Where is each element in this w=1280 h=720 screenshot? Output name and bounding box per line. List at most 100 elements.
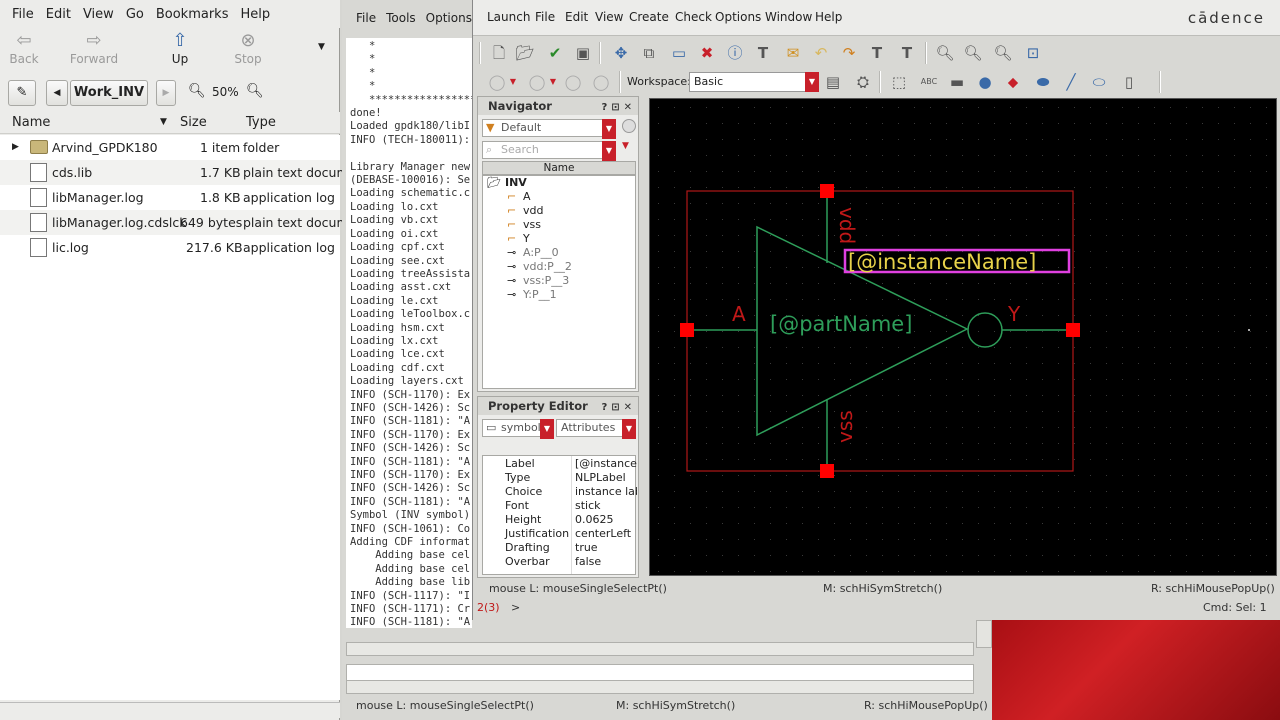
pe-value[interactable]: stick xyxy=(575,499,637,512)
ciw-menu-tools[interactable]: Tools xyxy=(386,11,416,25)
sch-menu-window[interactable]: Window xyxy=(765,10,812,24)
sch-menu-help[interactable]: Help xyxy=(815,10,842,24)
pe-value[interactable]: instance labe xyxy=(575,485,637,498)
open-icon[interactable]: 📂︎ xyxy=(515,43,535,63)
tree-root-inv[interactable]: INV xyxy=(505,176,527,189)
circle-shape-icon[interactable]: ● xyxy=(975,72,995,92)
ciw-vertical-scrollbar[interactable] xyxy=(976,620,992,648)
tree-inst-a[interactable]: A:P__0 xyxy=(523,246,559,259)
pe-value[interactable]: false xyxy=(575,555,637,568)
tree-inst-vdd[interactable]: vdd:P__2 xyxy=(523,260,572,273)
path-left-button[interactable]: ◀ xyxy=(46,80,68,106)
tree-pin-vss[interactable]: vss xyxy=(523,218,541,231)
symbol-pin-icon[interactable]: ⬥ xyxy=(1003,72,1023,92)
navigator-search-input[interactable]: ⌕ Search ▼ xyxy=(482,141,616,161)
zoom-in-icon[interactable]: 🔍︎ xyxy=(935,43,955,63)
fm-menu-file[interactable]: File xyxy=(12,7,34,22)
fm-menu-bookmarks[interactable]: Bookmarks xyxy=(156,7,229,22)
tree-inst-y[interactable]: Y:P__1 xyxy=(523,288,557,301)
tree-inst-vss[interactable]: vss:P__3 xyxy=(523,274,569,287)
list-item[interactable]: cds.lib 1.7 KB plain text docum xyxy=(0,160,349,185)
pe-value[interactable]: NLPLabel xyxy=(575,471,637,484)
fm-menu-view[interactable]: View xyxy=(83,7,114,22)
workspace-load-icon[interactable]: ⛭ xyxy=(853,72,873,92)
pin-vss-square[interactable] xyxy=(820,464,834,478)
sch-menu-check[interactable]: Check xyxy=(675,10,712,24)
list-item[interactable]: lic.log 217.6 KB application log xyxy=(0,235,340,260)
sch-menu-file[interactable]: File xyxy=(535,10,555,24)
symbol-canvas[interactable]: A Y vdd vss [@partName] [@instanceName] xyxy=(649,98,1277,576)
redo-icon[interactable]: ↷ xyxy=(839,43,859,63)
stretch-icon[interactable]: ▭ xyxy=(669,43,689,63)
fm-menu-help[interactable]: Help xyxy=(240,7,270,22)
copy-icon[interactable]: ⧉ xyxy=(639,43,659,63)
col-type[interactable]: Type xyxy=(246,115,276,130)
new-icon[interactable]: 🗋 xyxy=(489,43,509,63)
arc-icon[interactable]: ⬭ xyxy=(1089,72,1109,92)
pe-value[interactable]: centerLeft xyxy=(575,527,637,540)
list-item[interactable]: libManager.log.cdslck 649 bytes plain te… xyxy=(0,210,349,235)
line-icon[interactable]: ╱ xyxy=(1061,72,1081,92)
zoom-fit-icon[interactable]: 🔍︎ xyxy=(993,43,1013,63)
check-save-icon[interactable]: ✔ xyxy=(545,43,565,63)
zoom-out-icon[interactable]: 🔍︎ xyxy=(188,83,206,99)
fwd-circle-icon[interactable]: ◯ xyxy=(563,72,583,92)
move-icon[interactable]: ✥ xyxy=(611,43,631,63)
zoom-out-icon[interactable]: 🔍︎ xyxy=(963,43,983,63)
note-icon[interactable]: ▯ xyxy=(1119,72,1139,92)
pe-value[interactable]: [@instanceN xyxy=(575,457,637,470)
sch-menu-create[interactable]: Create xyxy=(629,10,669,24)
workspace-save-icon[interactable]: ▤ xyxy=(823,72,843,92)
fm-menu-go[interactable]: Go xyxy=(126,7,144,22)
properties-icon[interactable]: ⓘ xyxy=(725,43,745,63)
pe-type-select[interactable]: ▭ symbol l ▼ xyxy=(482,419,554,439)
pe-value[interactable]: 0.0625 xyxy=(575,513,637,526)
label-icon[interactable]: ✉ xyxy=(783,43,803,63)
delete-icon[interactable]: ✖ xyxy=(697,43,717,63)
ciw-horizontal-scrollbar[interactable] xyxy=(346,642,974,656)
sch-menu-launch[interactable]: Launch xyxy=(487,10,530,24)
col-size[interactable]: Size xyxy=(180,115,207,130)
select-filter-icon[interactable]: ⬚ xyxy=(889,72,909,92)
ciw-input-scrollbar[interactable] xyxy=(346,680,974,694)
pin-vdd-square[interactable] xyxy=(820,184,834,198)
navigator-col-header[interactable]: Name xyxy=(482,161,636,175)
col-name[interactable]: Name xyxy=(12,115,50,130)
save-icon[interactable]: ▣ xyxy=(573,43,593,63)
pin-y-square[interactable] xyxy=(1066,323,1080,337)
text-down-icon[interactable]: T xyxy=(897,43,917,63)
list-item[interactable]: ▶ Arvind_GPDK180 1 item folder xyxy=(0,135,340,160)
path-right-button[interactable]: ▶ xyxy=(156,80,176,106)
list-item[interactable]: libManager.log 1.8 KB application log xyxy=(0,185,340,210)
toolbar-overflow-icon[interactable]: ▼ xyxy=(318,42,325,52)
panel-controls-icon[interactable]: ?⊡✕ xyxy=(601,99,636,117)
panel-controls-icon[interactable]: ?⊡✕ xyxy=(601,399,636,417)
text-icon[interactable]: T xyxy=(753,43,773,63)
sch-menu-options[interactable]: Options xyxy=(715,10,761,24)
navigator-refresh-button[interactable] xyxy=(622,119,636,133)
part-name-label[interactable]: [@partName] xyxy=(770,312,912,336)
text-up-icon[interactable]: T xyxy=(867,43,887,63)
fm-empty-area[interactable] xyxy=(0,260,340,700)
dropdown-arrow-icon[interactable]: ▼ xyxy=(543,72,563,92)
expand-arrow-icon[interactable]: ▶ xyxy=(12,142,19,152)
undo-icon[interactable]: ↶ xyxy=(811,43,831,63)
sch-menu-view[interactable]: View xyxy=(595,10,623,24)
instance-name-label[interactable]: [@instanceName] xyxy=(848,250,1036,274)
back-circle-icon[interactable]: ◯ xyxy=(591,72,611,92)
up-button[interactable]: ⇧ Up xyxy=(150,30,210,70)
edit-location-button[interactable]: ✎ xyxy=(8,80,36,106)
path-current-button[interactable]: Work_INV xyxy=(70,80,148,106)
pe-value[interactable]: true xyxy=(575,541,637,554)
pe-attr-select[interactable]: Attributes ▼ xyxy=(556,419,636,439)
ciw-menu-file[interactable]: File xyxy=(356,11,376,25)
fm-horizontal-scrollbar[interactable] xyxy=(0,702,340,718)
stop-button[interactable]: ⊗ Stop xyxy=(218,30,278,70)
search-options-icon[interactable]: ▼ xyxy=(622,141,629,151)
fm-menu-edit[interactable]: Edit xyxy=(46,7,71,22)
forward-button[interactable]: ⇨ Forward xyxy=(64,30,124,70)
back-button[interactable]: ⇦ Back xyxy=(0,30,54,70)
zoom-area-icon[interactable]: ⊡ xyxy=(1023,43,1043,63)
abc-text-icon[interactable]: ABC xyxy=(919,72,939,92)
tree-pin-a[interactable]: A xyxy=(523,190,531,203)
